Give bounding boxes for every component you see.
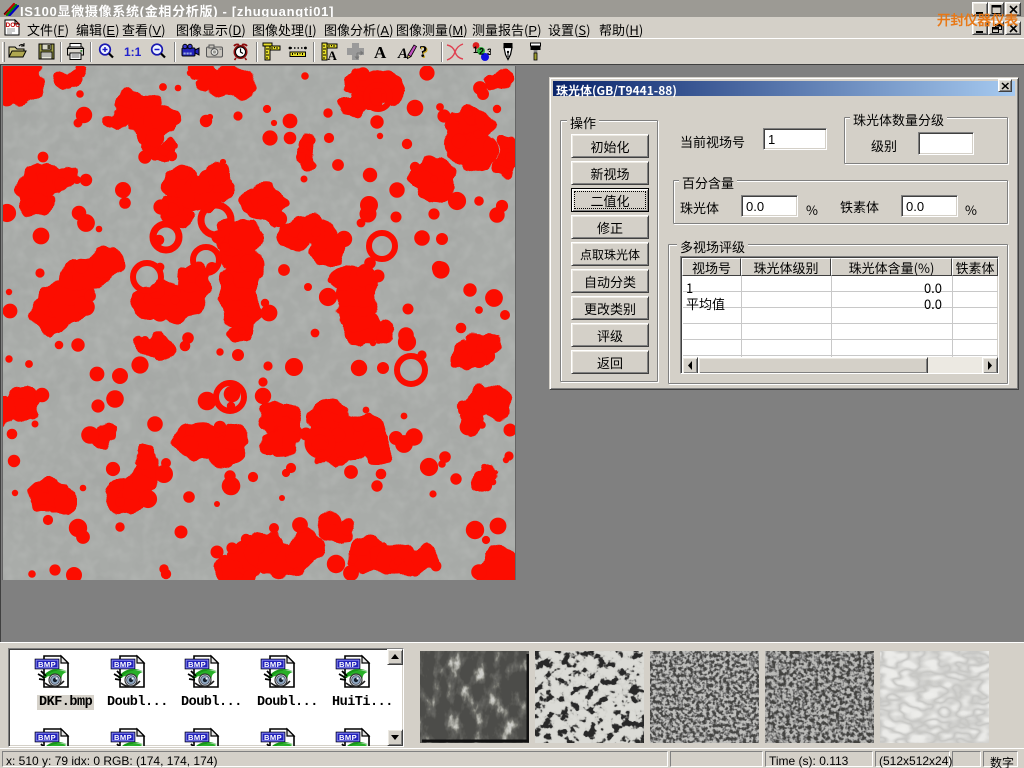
svg-text:BMP: BMP bbox=[339, 660, 357, 669]
svg-text:1: 1 bbox=[473, 45, 478, 55]
svg-text:3: 3 bbox=[487, 47, 491, 57]
svg-text:2: 2 bbox=[479, 47, 484, 57]
svg-text:BMP: BMP bbox=[264, 733, 282, 742]
svg-text:A: A bbox=[374, 43, 387, 62]
svg-text:BMP: BMP bbox=[38, 733, 56, 742]
svg-text:DOC: DOC bbox=[6, 22, 21, 29]
svg-text:BMP: BMP bbox=[38, 660, 56, 669]
svg-text:BMP: BMP bbox=[114, 733, 132, 742]
svg-text:BMP: BMP bbox=[114, 660, 132, 669]
svg-text:BMP: BMP bbox=[339, 733, 357, 742]
svg-text:A: A bbox=[397, 46, 408, 62]
svg-text:BMP: BMP bbox=[188, 660, 206, 669]
svg-text:BMP: BMP bbox=[188, 733, 206, 742]
svg-text:A: A bbox=[328, 48, 338, 62]
svg-text:1:1: 1:1 bbox=[124, 45, 142, 59]
svg-text:?: ? bbox=[419, 42, 428, 61]
svg-text:BMP: BMP bbox=[264, 660, 282, 669]
